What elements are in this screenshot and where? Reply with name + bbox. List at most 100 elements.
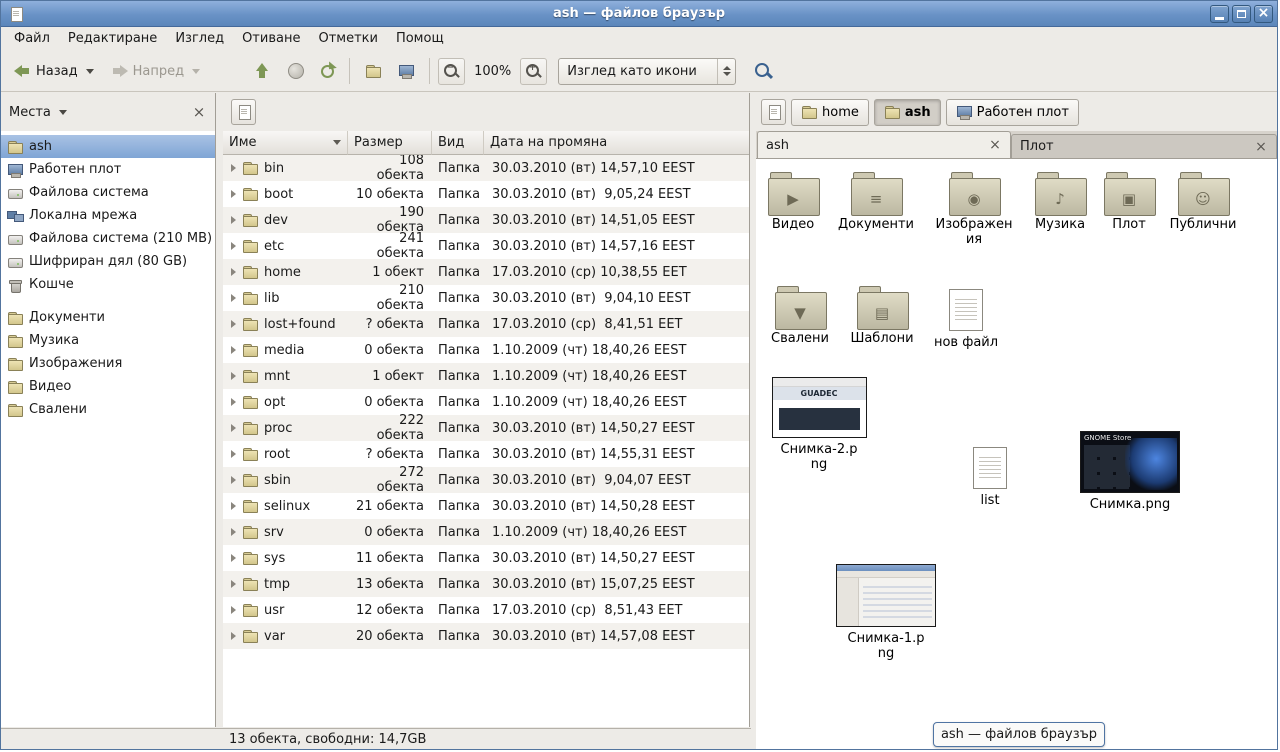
expander-icon[interactable] xyxy=(231,528,236,536)
table-row[interactable]: etc 241 обекта Папка 30.03.2010 (вт) 14,… xyxy=(223,233,749,259)
column-header-size[interactable]: Размер xyxy=(348,131,432,155)
zoom-out-button[interactable] xyxy=(438,58,465,85)
maximize-button[interactable] xyxy=(1232,5,1251,23)
sidebar-item[interactable] xyxy=(1,296,215,306)
sidebar-item[interactable]: Файлова система (210 MB) xyxy=(1,227,215,250)
home-button[interactable] xyxy=(358,56,388,87)
expander-icon[interactable] xyxy=(231,502,236,510)
sidebar-item[interactable]: Музика xyxy=(1,329,215,352)
icon-item-desktop[interactable]: Плот xyxy=(1090,171,1168,232)
table-row[interactable]: dev 190 обекта Папка 30.03.2010 (вт) 14,… xyxy=(223,207,749,233)
expander-icon[interactable] xyxy=(231,216,236,224)
close-button[interactable] xyxy=(1254,5,1273,23)
sidebar-item[interactable]: Работен плот xyxy=(1,158,215,181)
table-row[interactable]: selinux 21 обекта Папка 30.03.2010 (вт) … xyxy=(223,493,749,519)
sidebar-item[interactable]: Документи xyxy=(1,306,215,329)
table-row[interactable]: lib 210 обекта Папка 30.03.2010 (вт) 9,0… xyxy=(223,285,749,311)
breadcrumb-home[interactable]: home xyxy=(791,99,869,126)
icon-item-images[interactable]: Изображения xyxy=(932,171,1016,247)
sidebar-item[interactable]: Кошче xyxy=(1,273,215,296)
sidebar-close-button[interactable] xyxy=(191,103,207,121)
icon-item-documents[interactable]: Документи xyxy=(836,171,916,232)
column-header-modified[interactable]: Дата на промяна xyxy=(484,131,749,155)
column-header-name[interactable]: Име xyxy=(223,131,348,155)
expander-icon[interactable] xyxy=(231,424,236,432)
sidebar-item[interactable]: ash xyxy=(1,135,215,158)
expander-icon[interactable] xyxy=(231,606,236,614)
back-button[interactable]: Назад xyxy=(7,56,101,87)
icon-item-downloads[interactable]: Свалени xyxy=(760,285,840,346)
view-selector[interactable]: Изглед като икони xyxy=(558,58,736,85)
menu-item[interactable]: Изглед xyxy=(166,27,233,51)
expander-icon[interactable] xyxy=(231,450,236,458)
table-row[interactable]: media 0 обекта Папка 1.10.2009 (чт) 18,4… xyxy=(223,337,749,363)
tab-ash[interactable]: ash xyxy=(757,131,1011,158)
icon-item-snimka[interactable]: GNOME Store Снимка.png xyxy=(1074,431,1186,512)
reload-button[interactable] xyxy=(314,56,341,87)
sidebar-item[interactable]: Локална мрежа xyxy=(1,204,215,227)
sidebar-title[interactable]: Места xyxy=(9,105,51,120)
up-button[interactable] xyxy=(247,56,278,87)
menu-item[interactable]: Помощ xyxy=(387,27,453,51)
table-row[interactable]: home 1 обект Папка 17.03.2010 (ср) 10,38… xyxy=(223,259,749,285)
menu-item[interactable]: Редактиране xyxy=(59,27,166,51)
back-dropdown-icon[interactable] xyxy=(86,69,94,74)
expander-icon[interactable] xyxy=(231,242,236,250)
expander-icon[interactable] xyxy=(231,294,236,302)
tab-close-icon[interactable] xyxy=(1254,139,1268,155)
minimize-button[interactable] xyxy=(1210,5,1229,23)
menu-item[interactable]: Файл xyxy=(5,27,59,51)
computer-button[interactable] xyxy=(391,56,421,87)
table-row[interactable]: sys 11 обекта Папка 30.03.2010 (вт) 14,5… xyxy=(223,545,749,571)
sidebar-item[interactable]: Файлова система xyxy=(1,181,215,204)
table-row[interactable]: usr 12 обекта Папка 17.03.2010 (ср) 8,51… xyxy=(223,597,749,623)
expander-icon[interactable] xyxy=(231,372,236,380)
location-toggle-button[interactable] xyxy=(761,99,786,125)
table-row[interactable]: lost+found ? обекта Папка 17.03.2010 (ср… xyxy=(223,311,749,337)
search-button[interactable] xyxy=(739,56,779,87)
table-row[interactable]: root ? обекта Папка 30.03.2010 (вт) 14,5… xyxy=(223,441,749,467)
icon-item-music[interactable]: Музика xyxy=(1020,171,1100,232)
stop-button[interactable] xyxy=(281,56,311,87)
expander-icon[interactable] xyxy=(231,632,236,640)
titlebar[interactable]: ash — файлов браузър xyxy=(1,1,1277,27)
table-row[interactable]: srv 0 обекта Папка 1.10.2009 (чт) 18,40,… xyxy=(223,519,749,545)
menu-item[interactable]: Отметки xyxy=(309,27,386,51)
sidebar-item[interactable]: Свалени xyxy=(1,398,215,421)
breadcrumb-desktop[interactable]: Работен плот xyxy=(946,99,1079,126)
expander-icon[interactable] xyxy=(231,580,236,588)
zoom-in-button[interactable] xyxy=(520,58,547,85)
icon-item-snimka1[interactable]: Снимка-1.png xyxy=(830,564,942,661)
combo-arrows-icon[interactable] xyxy=(717,59,735,84)
expander-icon[interactable] xyxy=(231,190,236,198)
expander-icon[interactable] xyxy=(231,346,236,354)
menu-item[interactable]: Отиване xyxy=(233,27,309,51)
icon-item-snimka2[interactable]: GUADEC Снимка-2.png xyxy=(764,377,874,472)
forward-button[interactable]: Напред xyxy=(104,56,207,87)
tab-close-icon[interactable] xyxy=(988,137,1002,153)
zoom-level[interactable]: 100% xyxy=(468,64,517,79)
sidebar-dropdown-icon[interactable] xyxy=(59,110,67,115)
expander-icon[interactable] xyxy=(231,164,236,172)
table-row[interactable]: bin 108 обекта Папка 30.03.2010 (вт) 14,… xyxy=(223,155,749,181)
location-toggle-button[interactable] xyxy=(231,99,256,125)
sidebar-item[interactable]: Шифриран дял (80 GB) xyxy=(1,250,215,273)
icon-item-templates[interactable]: Шаблони xyxy=(842,285,922,346)
table-row[interactable]: var 20 обекта Папка 30.03.2010 (вт) 14,5… xyxy=(223,623,749,649)
expander-icon[interactable] xyxy=(231,268,236,276)
sidebar-item[interactable]: Изображения xyxy=(1,352,215,375)
icon-item-public[interactable]: Публични xyxy=(1162,171,1244,232)
icon-item-list[interactable]: list xyxy=(950,445,1030,508)
expander-icon[interactable] xyxy=(231,320,236,328)
table-row[interactable]: boot 10 обекта Папка 30.03.2010 (вт) 9,0… xyxy=(223,181,749,207)
table-row[interactable]: proc 222 обекта Папка 30.03.2010 (вт) 14… xyxy=(223,415,749,441)
icon-item-new-file[interactable]: нов файл xyxy=(924,287,1008,350)
table-row[interactable]: mnt 1 обект Папка 1.10.2009 (чт) 18,40,2… xyxy=(223,363,749,389)
expander-icon[interactable] xyxy=(231,476,236,484)
expander-icon[interactable] xyxy=(231,554,236,562)
breadcrumb-ash[interactable]: ash xyxy=(874,99,941,126)
column-header-type[interactable]: Вид xyxy=(432,131,484,155)
table-row[interactable]: sbin 272 обекта Папка 30.03.2010 (вт) 9,… xyxy=(223,467,749,493)
icon-item-videos[interactable]: Видео xyxy=(754,171,832,232)
table-row[interactable]: opt 0 обекта Папка 1.10.2009 (чт) 18,40,… xyxy=(223,389,749,415)
